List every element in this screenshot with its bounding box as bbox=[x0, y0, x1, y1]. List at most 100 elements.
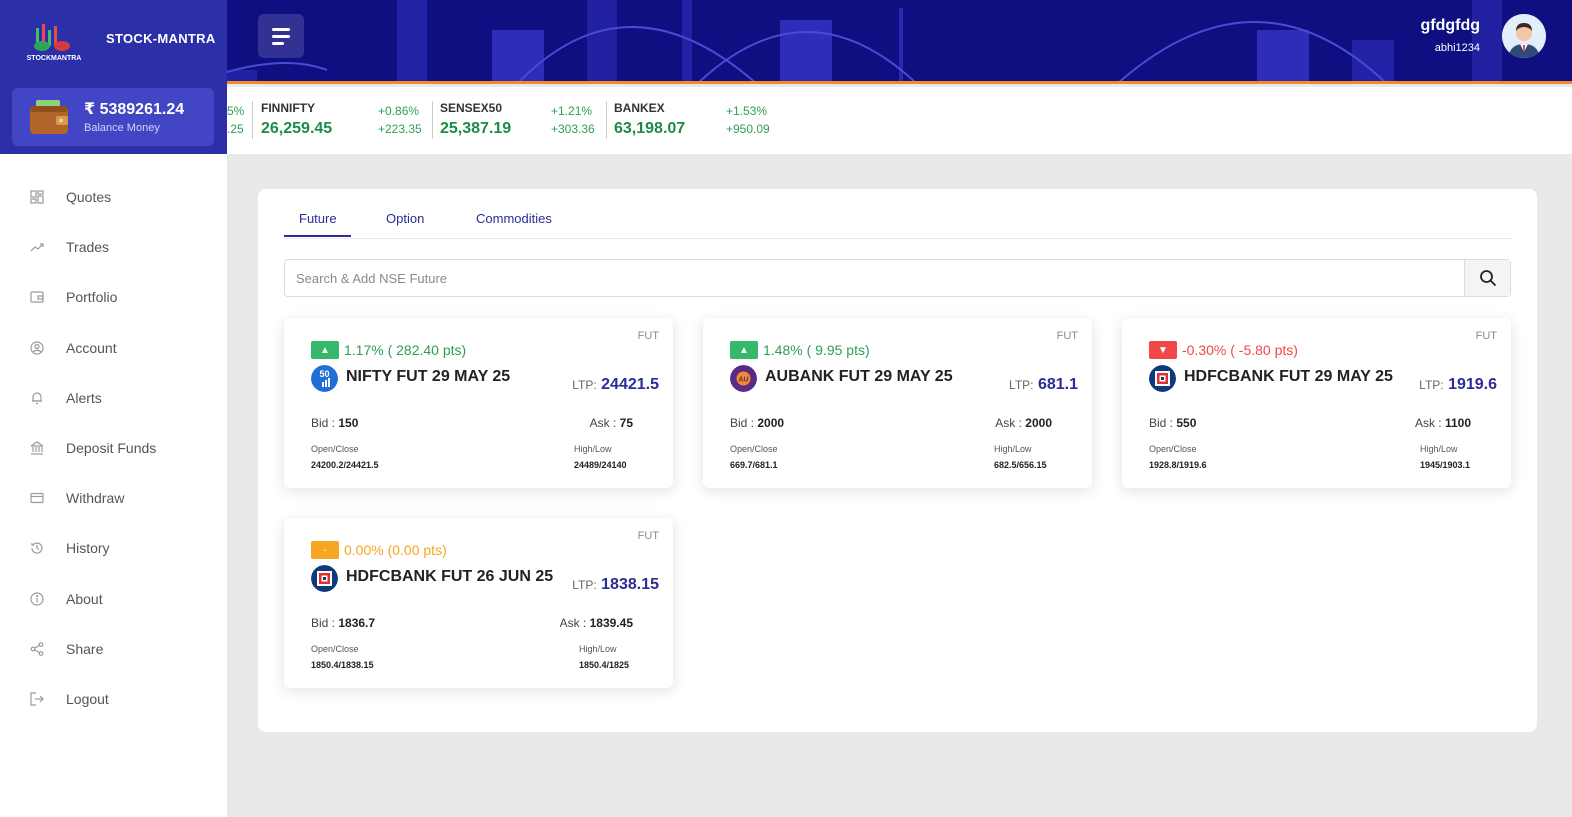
sidebar-item-alerts[interactable]: Alerts bbox=[0, 373, 227, 423]
ticker-price: 26,259.45 bbox=[261, 120, 333, 137]
ask-value: 1839.45 bbox=[589, 616, 633, 630]
ltp-label: LTP: bbox=[572, 578, 597, 592]
change-text: 0.00% (0.00 pts) bbox=[344, 542, 447, 558]
sidebar-item-history[interactable]: History bbox=[0, 523, 227, 573]
change-text: 1.48% ( 9.95 pts) bbox=[763, 342, 870, 358]
sidebar-item-label: History bbox=[66, 540, 110, 557]
symbol-name: HDFCBANK FUT 29 MAY 25 bbox=[1184, 368, 1393, 385]
stock-mantra-logo[interactable]: STOCKMANTRA bbox=[22, 20, 86, 64]
tab-commodities[interactable]: Commodities bbox=[476, 211, 552, 226]
open-close-value: 669.7/681.1 bbox=[730, 460, 778, 470]
segment-tabs: Future Option Commodities bbox=[284, 189, 1511, 239]
history-icon bbox=[30, 541, 44, 555]
ltp-label: LTP: bbox=[1009, 378, 1034, 392]
instrument-type: FUT bbox=[637, 330, 659, 342]
open-close-label: Open/Close bbox=[311, 444, 359, 454]
ask: Ask : 75 bbox=[590, 416, 633, 430]
sidebar-item-trades[interactable]: Trades bbox=[0, 222, 227, 272]
hdfcbank-icon bbox=[1149, 365, 1176, 392]
trend-icon bbox=[30, 240, 44, 254]
ticker-divider bbox=[432, 101, 433, 139]
tab-future[interactable]: Future bbox=[299, 211, 337, 226]
bid: Bid : 1836.7 bbox=[311, 616, 375, 630]
search-bar bbox=[284, 259, 1511, 297]
ltp-value: 681.1 bbox=[1037, 376, 1078, 393]
search-input[interactable] bbox=[285, 260, 1465, 296]
sidebar-item-account[interactable]: Account bbox=[0, 323, 227, 373]
ticker-partial-pct: 5% bbox=[227, 104, 245, 118]
wallet-icon bbox=[30, 100, 68, 134]
change-pct: 1.17% bbox=[344, 342, 384, 358]
sidebar-item-about[interactable]: About bbox=[0, 574, 227, 624]
sidebar-item-quotes[interactable]: Quotes bbox=[0, 172, 227, 222]
bank-icon bbox=[30, 441, 44, 455]
brand-name: STOCK-MANTRA bbox=[106, 31, 216, 46]
future-card[interactable]: FUT ▲ 1.17% ( 282.40 pts) 50 NIFTY FUT 2… bbox=[284, 318, 673, 488]
sidebar-item-label: Alerts bbox=[66, 389, 102, 406]
future-card[interactable]: FUT ▼ -0.30% ( -5.80 pts) HDFCBANK FUT 2… bbox=[1122, 318, 1511, 488]
ticker-name: SENSEX50 bbox=[440, 101, 503, 115]
high-low-label: High/Low bbox=[994, 444, 1032, 454]
search-button[interactable] bbox=[1464, 260, 1510, 296]
sidebar-item-label: Quotes bbox=[66, 189, 112, 206]
search-icon bbox=[1479, 270, 1496, 286]
sidebar-item-deposit-funds[interactable]: Deposit Funds bbox=[0, 423, 227, 473]
ticker-divider bbox=[606, 101, 607, 139]
ltp-label: LTP: bbox=[572, 378, 597, 392]
menu-toggle-button[interactable] bbox=[258, 14, 304, 58]
ticker-name: FINNIFTY bbox=[261, 101, 315, 115]
bid-label: Bid : bbox=[730, 416, 755, 430]
down-arrow-icon: ▼ bbox=[1149, 341, 1177, 359]
bid-label: Bid : bbox=[311, 616, 336, 630]
sidebar-item-share[interactable]: Share bbox=[0, 624, 227, 674]
sidebar: STOCKMANTRA STOCK-MANTRA ₹ 5389261.24 Ba… bbox=[0, 0, 227, 817]
sidebar-item-label: Account bbox=[66, 339, 117, 356]
info-icon bbox=[30, 591, 44, 606]
bid-value: 1836.7 bbox=[338, 616, 376, 630]
ask-label: Ask : bbox=[995, 416, 1022, 430]
ask-label: Ask : bbox=[559, 616, 587, 630]
avatar[interactable] bbox=[1502, 14, 1546, 58]
sidebar-item-label: Share bbox=[66, 640, 104, 657]
sidebar-item-label: Logout bbox=[66, 690, 109, 707]
ticker-pct: +0.86% bbox=[378, 104, 420, 118]
ticker-pts: +950.09 bbox=[726, 122, 770, 136]
flat-dash-icon: - bbox=[311, 541, 339, 559]
sidebar-item-portfolio[interactable]: Portfolio bbox=[0, 272, 227, 322]
ticker-price: 63,198.07 bbox=[614, 120, 686, 137]
active-tab-indicator bbox=[284, 235, 351, 237]
grid-icon bbox=[30, 190, 44, 204]
share-icon bbox=[30, 641, 44, 656]
sidebar-item-logout[interactable]: Logout bbox=[0, 674, 227, 724]
sidebar-item-label: Withdraw bbox=[66, 490, 125, 507]
sidebar-menu: Quotes Trades Portfolio Account Alerts D… bbox=[0, 172, 227, 724]
open-close-label: Open/Close bbox=[311, 644, 359, 654]
instrument-type: FUT bbox=[637, 530, 659, 542]
future-card[interactable]: FUT ▲ 1.48% ( 9.95 pts) AU AUBANK FUT 29… bbox=[703, 318, 1092, 488]
change-text: 1.17% ( 282.40 pts) bbox=[344, 342, 466, 358]
ask-value: 2000 bbox=[1025, 416, 1052, 430]
ask-value: 1100 bbox=[1444, 416, 1471, 430]
ask: Ask : 2000 bbox=[995, 416, 1052, 430]
balance-label: Balance Money bbox=[84, 122, 160, 134]
hamburger-icon bbox=[272, 28, 290, 31]
index-ticker: 5% .25 FINNIFTY 26,259.45 +0.86% +223.35… bbox=[227, 87, 1572, 154]
user-avatar-icon bbox=[1502, 14, 1546, 58]
change-pct: -0.30% bbox=[1182, 342, 1227, 358]
tab-option[interactable]: Option bbox=[386, 211, 424, 226]
ask-label: Ask : bbox=[589, 416, 617, 430]
balance-card: ₹ 5389261.24 Balance Money bbox=[12, 88, 214, 146]
market-watch-panel: Future Option Commodities FUT ▲ 1.17% ( … bbox=[258, 189, 1537, 732]
high-low-value: 1850.4/1825 bbox=[579, 660, 630, 670]
ltp-value: 1919.6 bbox=[1448, 376, 1497, 393]
future-card[interactable]: FUT - 0.00% (0.00 pts) HDFCBANK FUT 26 J… bbox=[284, 518, 673, 688]
change-pts: ( 9.95 pts) bbox=[806, 342, 870, 358]
open-close-value: 24200.2/24421.5 bbox=[311, 460, 379, 470]
user-name[interactable]: gfdgfdg bbox=[1420, 17, 1480, 35]
ticker-name: BANKEX bbox=[614, 101, 665, 115]
brand-panel: STOCKMANTRA STOCK-MANTRA ₹ 5389261.24 Ba… bbox=[0, 0, 227, 154]
sidebar-item-withdraw[interactable]: Withdraw bbox=[0, 473, 227, 523]
top-header: gfdgfdg abhi1234 bbox=[227, 0, 1572, 84]
open-close-label: Open/Close bbox=[730, 444, 778, 454]
bid: Bid : 550 bbox=[1149, 416, 1196, 430]
